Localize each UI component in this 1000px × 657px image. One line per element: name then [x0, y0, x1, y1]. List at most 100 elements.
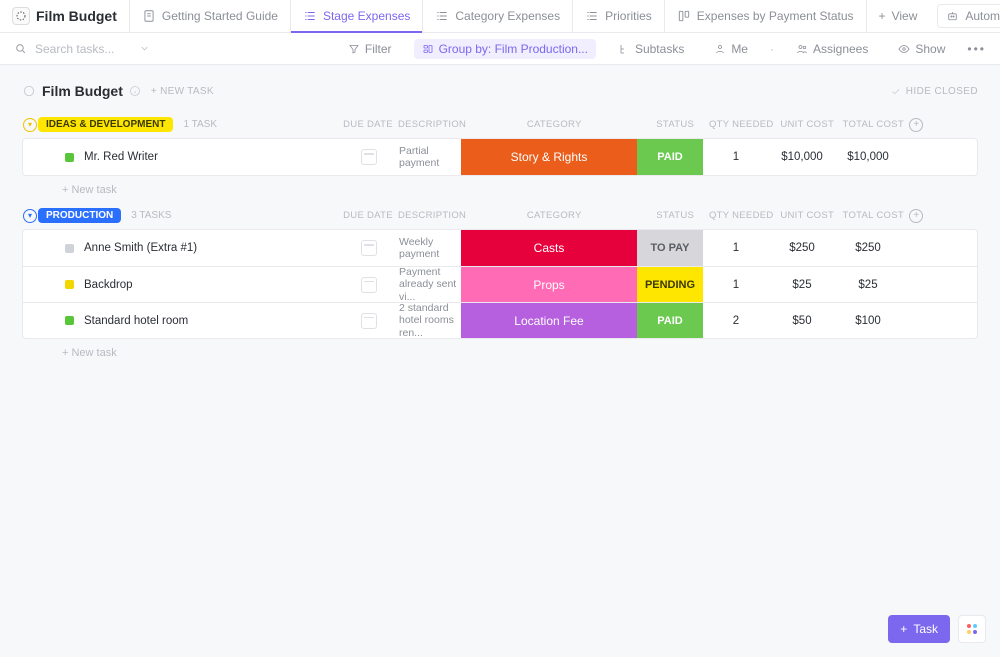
unit-cost-cell[interactable]: $10,000	[769, 139, 835, 175]
search-container[interactable]	[14, 41, 164, 57]
status-circle-icon	[22, 84, 36, 98]
info-icon[interactable]	[129, 85, 141, 97]
col-unit-cost[interactable]: UNIT COST	[774, 210, 840, 221]
col-category[interactable]: CATEGORY	[466, 210, 642, 221]
category-cell[interactable]: Story & Rights	[461, 139, 637, 175]
add-column-button[interactable]: +	[906, 118, 926, 132]
col-description[interactable]: DESCRIPTION	[398, 210, 466, 221]
col-due-date[interactable]: DUE DATE	[338, 210, 398, 221]
status-square-icon	[65, 280, 74, 289]
status-cell[interactable]: PAID	[637, 303, 703, 338]
tab-payment-status[interactable]: Expenses by Payment Status	[665, 0, 867, 32]
eye-icon	[898, 43, 910, 55]
qty-cell[interactable]: 1	[703, 230, 769, 266]
table-row[interactable]: Standard hotel room 2 standard hotel roo…	[23, 302, 977, 338]
tab-stage-expenses[interactable]: Stage Expenses	[291, 0, 423, 32]
table-row[interactable]: Anne Smith (Extra #1) Weekly payment Cas…	[23, 230, 977, 266]
description-cell[interactable]: Partial payment	[399, 139, 461, 175]
due-date-cell[interactable]	[339, 230, 399, 266]
task-name-cell[interactable]: Mr. Red Writer	[39, 139, 339, 175]
col-total-cost[interactable]: TOTAL COST	[840, 210, 906, 221]
description-text: Partial payment	[399, 145, 457, 169]
description-cell[interactable]: Payment already sent vi...	[399, 267, 461, 302]
total-cost-cell[interactable]: $10,000	[835, 139, 901, 175]
calendar-icon	[361, 149, 377, 165]
add-view-label: View	[892, 9, 918, 23]
more-menu-button[interactable]: •••	[967, 42, 986, 56]
group-toggle[interactable]: ▾	[22, 209, 38, 223]
total-cost-cell[interactable]: $250	[835, 230, 901, 266]
add-view-button[interactable]: + View	[867, 0, 930, 32]
due-date-cell[interactable]	[339, 303, 399, 338]
status-badge: PENDING	[637, 267, 703, 302]
tab-getting-started[interactable]: Getting Started Guide	[130, 0, 291, 32]
status-cell[interactable]: PENDING	[637, 267, 703, 302]
robot-icon	[946, 10, 959, 23]
automate-button[interactable]: Automate	[937, 4, 1000, 28]
total-cost-cell[interactable]: $100	[835, 303, 901, 338]
col-category[interactable]: CATEGORY	[466, 119, 642, 130]
tab-priorities[interactable]: Priorities	[573, 0, 665, 32]
groupby-button[interactable]: Group by: Film Production...	[414, 39, 596, 59]
task-name-cell[interactable]: Anne Smith (Extra #1)	[39, 230, 339, 266]
unit-cost-cell[interactable]: $50	[769, 303, 835, 338]
col-due-date[interactable]: DUE DATE	[338, 119, 398, 130]
due-date-cell[interactable]	[339, 139, 399, 175]
col-description[interactable]: DESCRIPTION	[398, 119, 466, 130]
add-task-row-button[interactable]: + New task	[62, 347, 978, 359]
description-cell[interactable]: Weekly payment	[399, 230, 461, 266]
assignees-button[interactable]: Assignees	[788, 39, 876, 59]
subtasks-icon	[618, 43, 630, 55]
row-spacer	[23, 139, 39, 175]
group-toggle[interactable]: ▾	[22, 118, 38, 132]
hide-closed-button[interactable]: HIDE CLOSED	[890, 86, 978, 97]
task-name-cell[interactable]: Backdrop	[39, 267, 339, 302]
filter-icon	[348, 43, 360, 55]
unit-cost-cell[interactable]: $25	[769, 267, 835, 302]
list-title-tab[interactable]: Film Budget	[10, 0, 130, 32]
plus-icon: +	[879, 9, 886, 23]
table-row[interactable]: Backdrop Payment already sent vi... Prop…	[23, 266, 977, 302]
col-total-cost[interactable]: TOTAL COST	[840, 119, 906, 130]
table-row[interactable]: Mr. Red Writer Partial payment Story & R…	[23, 139, 977, 175]
new-task-top-button[interactable]: + NEW TASK	[151, 86, 214, 97]
group-name-cell[interactable]: PRODUCTION 3 TASKS	[38, 208, 338, 223]
group-name-cell[interactable]: IDEAS & DEVELOPMENT 1 TASK	[38, 117, 338, 132]
qty-cell[interactable]: 1	[703, 139, 769, 175]
col-qty[interactable]: QTY NEEDED	[708, 119, 774, 130]
add-column-button[interactable]: +	[906, 209, 926, 223]
automate-label: Automate	[965, 9, 1000, 23]
new-task-floating-button[interactable]: + Task	[888, 615, 950, 643]
me-button[interactable]: Me	[706, 39, 756, 59]
total-cost-cell[interactable]: $25	[835, 267, 901, 302]
list-name[interactable]: Film Budget	[42, 83, 123, 99]
groupby-label: Group by: Film Production...	[439, 42, 588, 56]
status-cell[interactable]: PAID	[637, 139, 703, 175]
task-name-cell[interactable]: Standard hotel room	[39, 303, 339, 338]
tab-category-expenses[interactable]: Category Expenses	[423, 0, 573, 32]
show-button[interactable]: Show	[890, 39, 953, 59]
search-input[interactable]	[33, 41, 133, 57]
add-task-row-button[interactable]: + New task	[62, 184, 978, 196]
category-badge: Casts	[461, 230, 637, 266]
qty-cell[interactable]: 2	[703, 303, 769, 338]
qty-cell[interactable]: 1	[703, 267, 769, 302]
status-badge: PAID	[637, 303, 703, 338]
status-cell[interactable]: TO PAY	[637, 230, 703, 266]
due-date-cell[interactable]	[339, 267, 399, 302]
chevron-down-icon[interactable]	[139, 43, 150, 54]
category-cell[interactable]: Casts	[461, 230, 637, 266]
subtasks-button[interactable]: Subtasks	[610, 39, 692, 59]
description-cell[interactable]: 2 standard hotel rooms ren...	[399, 303, 461, 338]
filter-button[interactable]: Filter	[340, 39, 400, 59]
col-qty[interactable]: QTY NEEDED	[708, 210, 774, 221]
unit-cost-cell[interactable]: $250	[769, 230, 835, 266]
list-logo-icon	[12, 7, 30, 25]
me-label: Me	[731, 42, 748, 56]
category-cell[interactable]: Location Fee	[461, 303, 637, 338]
col-unit-cost[interactable]: UNIT COST	[774, 119, 840, 130]
col-status[interactable]: STATUS	[642, 119, 708, 130]
apps-floating-button[interactable]	[958, 615, 986, 643]
category-cell[interactable]: Props	[461, 267, 637, 302]
col-status[interactable]: STATUS	[642, 210, 708, 221]
